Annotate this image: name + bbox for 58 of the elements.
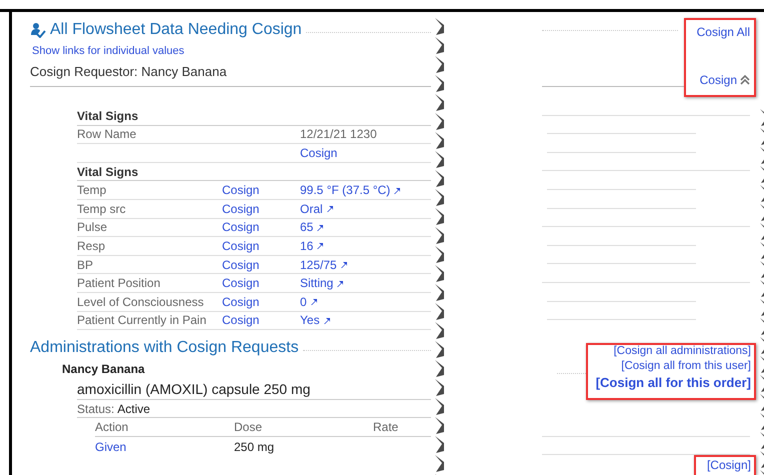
time-label: 12/21/21 1230 [300,126,378,144]
double-chevron-up-icon [740,75,750,85]
cosign-link[interactable]: Cosign [222,200,300,218]
row-label: Patient Currently in Pain [77,312,208,330]
user-check-icon [30,22,46,38]
row-label: BP [77,256,94,274]
arrow-icon [322,316,330,324]
cosign-link[interactable]: Cosign [222,256,300,274]
column-header: Action [95,419,130,436]
table-cell-text: 250 mg [234,438,276,456]
group-heading: Vital Signs [77,108,140,125]
row-label: Resp [77,238,106,255]
arrow-icon [326,205,333,212]
status-label: Status: [77,401,114,418]
cosign-link[interactable]: Cosign [222,181,300,200]
column-label: Row Name [77,126,138,144]
value-link[interactable]: 0 [300,292,307,311]
section-title: Administrations with Cosign Requests [30,339,299,358]
action-link[interactable]: Given [95,438,234,456]
row-label: Patient Position [77,275,162,292]
value-link[interactable]: Sitting [300,274,334,292]
value-link[interactable]: 99.5 °F (37.5 °C) [300,181,390,200]
cosign-link[interactable]: Cosign [700,73,737,87]
cosign-link[interactable]: Cosign [222,236,300,255]
value-link[interactable]: 65 [300,218,314,236]
arrow-icon [316,242,324,250]
value-link[interactable]: 16 [300,236,314,255]
section-title: All Flowsheet Data Needing Cosign [50,21,302,39]
status-value: Active [117,401,150,418]
column-header: Rate [373,419,400,436]
cosign-bulk-link[interactable]: [Cosign all from this user] [621,360,751,372]
cosign-link[interactable]: Cosign [222,311,300,330]
row-label: Temp src [77,200,127,218]
cosign-link[interactable]: Cosign [222,292,300,311]
cosign-all-link[interactable]: Cosign All [696,25,750,39]
row-label: Temp [77,182,108,200]
cosign-bulk-link[interactable]: [Cosign all for this order] [596,375,751,390]
value-link[interactable]: 125/75 [300,256,337,274]
row-label: Level of Consciousness [77,294,205,311]
value-link[interactable]: Oral [300,200,323,218]
show-links-link[interactable]: Show links for individual values [32,42,184,60]
cosign-link[interactable]: Cosign [300,144,431,162]
requestor-heading: Cosign Requestor: Nancy Banana [30,60,431,87]
column-header: Dose [234,419,264,436]
row-label: Pulse [77,219,108,236]
cosign-link[interactable]: Cosign [222,274,300,292]
user-name: Nancy Banana [62,361,146,378]
arrow-icon [316,224,324,231]
arrow-icon [310,298,317,306]
cosign-bulk-link[interactable]: [Cosign all administrations] [614,345,751,358]
order-name: amoxicillin (AMOXIL) capsule 250 mg [77,380,312,400]
cosign-link[interactable]: Cosign [222,218,300,236]
value-link[interactable]: Yes [300,311,320,330]
arrow-icon [393,186,400,194]
arrow-icon [336,280,344,287]
cosign-link[interactable]: [Cosign] [706,458,751,472]
arrow-icon [340,261,347,268]
group-heading: Vital Signs [77,164,140,181]
